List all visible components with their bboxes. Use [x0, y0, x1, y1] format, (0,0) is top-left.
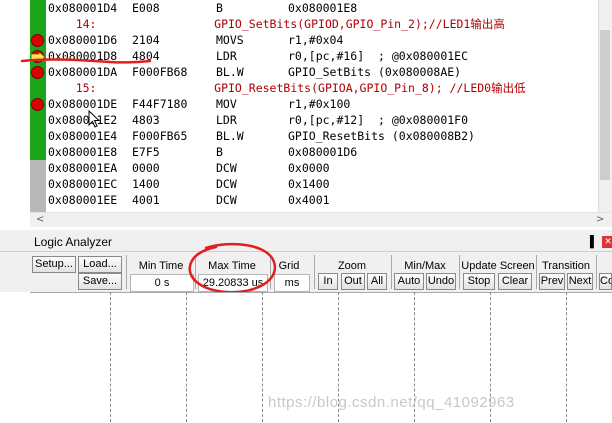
toolbar-separator [596, 255, 597, 289]
disasm-row[interactable]: 0x080001E8 E7F5 B 0x080001D6 [48, 144, 357, 160]
mouse-cursor-icon [88, 110, 100, 128]
address: 0x080001DE [48, 97, 118, 111]
operands: r1,#0x04 [288, 33, 344, 47]
zoom-out-button[interactable]: Out [341, 273, 365, 290]
auto-button[interactable]: Auto [394, 273, 424, 290]
operands: 0x0000 [288, 161, 330, 175]
operands: 0x1400 [288, 177, 330, 191]
disasm-row[interactable]: 0x080001EC 1400 DCW 0x1400 [48, 176, 330, 192]
setup-button[interactable]: Setup... [32, 256, 76, 273]
opcode: 4001 [132, 193, 160, 207]
grid-line [186, 292, 187, 422]
min-max-label: Min/Max [404, 260, 446, 272]
opcode: E008 [132, 1, 160, 15]
address: 0x080001D4 [48, 1, 118, 15]
address: 0x080001EC [48, 177, 118, 191]
zoom-label: Zoom [337, 260, 367, 272]
operands: 0x080001D6 [288, 145, 358, 159]
opcode: 0000 [132, 161, 160, 175]
update-screen-label: Update Screen [461, 260, 535, 272]
operands: GPIO_ResetBits (0x080008B2) [288, 129, 475, 143]
opcode: F44F7180 [132, 97, 188, 111]
scroll-left-icon[interactable]: < [36, 213, 44, 227]
executed-code-gutter[interactable] [30, 0, 46, 160]
operands: r0,[pc,#16] ; @0x080001EC [288, 49, 469, 63]
disasm-row[interactable]: 0x080001D6 2104 MOVS r1,#0x04 [48, 32, 343, 48]
toolbar-separator [391, 255, 392, 289]
disasm-row[interactable]: 0x080001D4 E008 B 0x080001E8 [48, 0, 357, 16]
opcode: 2104 [132, 33, 160, 47]
opcode: 4803 [132, 113, 160, 127]
disasm-row[interactable]: 0x080001EA 0000 DCW 0x0000 [48, 160, 330, 176]
mnemonic: BL.W [216, 129, 244, 143]
source-line[interactable]: 14: GPIO_SetBits(GPIOD,GPIO_Pin_2);//LED… [48, 16, 505, 32]
unexecuted-code-gutter[interactable] [30, 160, 46, 212]
breakpoint-icon[interactable] [31, 98, 44, 111]
disasm-row[interactable]: 0x080001E2 4803 LDR r0,[pc,#12] ; @0x080… [48, 112, 468, 128]
close-icon[interactable]: ✕ [602, 236, 612, 248]
operands: GPIO_SetBits (0x080008AE) [288, 65, 462, 79]
panel-title-bar[interactable]: Logic Analyzer ▐ ✕ [0, 232, 612, 252]
mnemonic: B [216, 1, 223, 15]
address: 0x080001D6 [48, 33, 118, 47]
prev-button[interactable]: Prev [539, 273, 565, 290]
grid-line [262, 292, 263, 422]
mnemonic: LDR [216, 113, 237, 127]
mnemonic: B [216, 145, 223, 159]
operands: 0x080001E8 [288, 1, 358, 15]
watermark: https://blog.csdn.net/qq_41092963 [268, 394, 515, 411]
mnemonic: DCW [216, 161, 237, 175]
grid-line [110, 292, 111, 422]
vertical-scroll-thumb[interactable] [600, 30, 610, 180]
operands: r0,[pc,#12] ; @0x080001F0 [288, 113, 469, 127]
operands: r1,#0x100 [288, 97, 351, 111]
mnemonic: DCW [216, 193, 237, 207]
save-button[interactable]: Save... [78, 273, 122, 290]
opcode: F000FB65 [132, 129, 188, 143]
disasm-row[interactable]: 0x080001EE 4001 DCW 0x4001 [48, 192, 330, 208]
grid-line [566, 292, 567, 422]
address: 0x080001E2 [48, 113, 118, 127]
undo-button[interactable]: Undo [426, 273, 456, 290]
red-annotation-underline [20, 58, 152, 64]
opcode: E7F5 [132, 145, 160, 159]
mnemonic: MOVS [216, 33, 244, 47]
min-time-label: Min Time [138, 260, 184, 272]
signal-names-area [0, 292, 30, 422]
address: 0x080001EA [48, 161, 118, 175]
zoom-all-button[interactable]: All [367, 273, 387, 290]
pin-icon[interactable]: ▐ [586, 232, 594, 252]
disasm-row[interactable]: 0x080001DE F44F7180 MOV r1,#0x100 [48, 96, 350, 112]
panel-title: Logic Analyzer [34, 235, 113, 249]
stop-button[interactable]: Stop [463, 273, 495, 290]
opcode: 1400 [132, 177, 160, 191]
scroll-right-icon[interactable]: > [596, 213, 604, 227]
co-button[interactable]: Co [599, 273, 612, 290]
toolbar-separator [126, 255, 127, 289]
disassembly-view[interactable]: 0x080001D4 E008 B 0x080001E8 14: GPIO_Se… [0, 0, 612, 212]
mnemonic: DCW [216, 177, 237, 191]
horizontal-scrollbar[interactable]: < > [30, 212, 612, 227]
breakpoint-icon[interactable] [31, 34, 44, 47]
next-button[interactable]: Next [567, 273, 593, 290]
address: 0x080001E4 [48, 129, 118, 143]
left-margin [0, 0, 30, 212]
address: 0x080001EE [48, 193, 118, 207]
zoom-in-button[interactable]: In [318, 273, 338, 290]
operands: 0x4001 [288, 193, 330, 207]
disasm-row[interactable]: 0x080001E4 F000FB65 BL.W GPIO_ResetBits … [48, 128, 475, 144]
clear-button[interactable]: Clear [498, 273, 532, 290]
mnemonic: MOV [216, 97, 237, 111]
transition-label: Transition [542, 260, 590, 272]
load-button[interactable]: Load... [78, 256, 122, 273]
source-line[interactable]: 15: GPIO_ResetBits(GPIOA,GPIO_Pin_8); //… [48, 80, 526, 96]
mnemonic: LDR [216, 49, 237, 63]
mnemonic: BL.W [216, 65, 244, 79]
toolbar-separator [314, 255, 315, 289]
min-time-value: 0 s [130, 274, 194, 292]
address: 0x080001E8 [48, 145, 118, 159]
